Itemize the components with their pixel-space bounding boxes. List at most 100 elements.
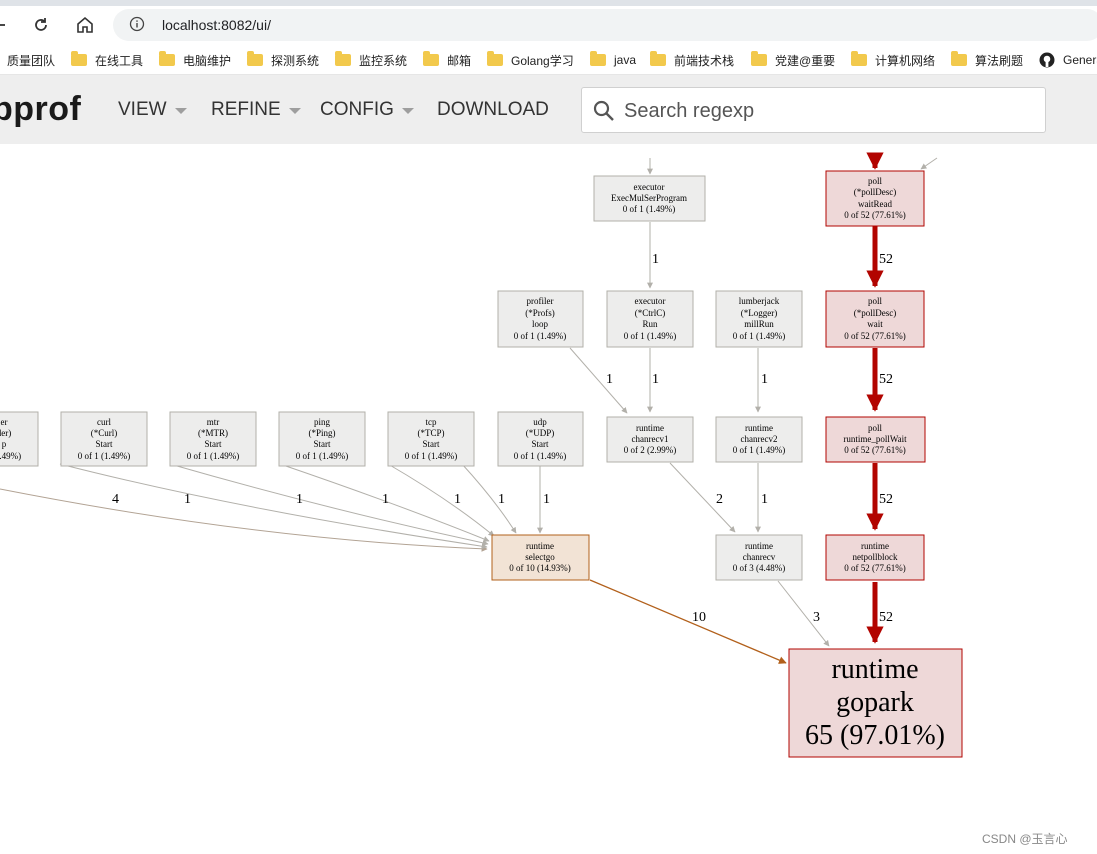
node-line: 0 of 10 (14.93%) <box>509 563 571 573</box>
node-line: 0 of 1 (1.49%) <box>733 331 786 341</box>
node-line: 65 (97.01%) <box>805 720 945 751</box>
node-line: 0 of 3 (4.48%) <box>733 563 786 573</box>
node-line: 0 of 52 (77.61%) <box>844 445 906 455</box>
edge[interactable]: 4 <box>0 488 488 552</box>
edge[interactable]: 1 <box>755 463 768 533</box>
node-line: 0 of 52 (77.61%) <box>844 210 906 220</box>
node-line: Start <box>205 439 222 449</box>
svg-text:er: er <box>1 417 8 427</box>
edge[interactable]: 52 <box>866 348 893 412</box>
edge[interactable]: 52 <box>866 582 893 644</box>
node-line: (*MTR) <box>198 428 228 438</box>
graph-node[interactable]: runtime gopark 65 (97.01%) <box>788 648 963 758</box>
node-line: p <box>2 439 7 449</box>
edge-label: 10 <box>692 610 706 625</box>
graph-node[interactable]: runtime netpollblock 0 of 52 (77.61%) <box>825 534 925 581</box>
node-line: profiler <box>527 296 554 306</box>
node-line: runtime <box>831 654 918 685</box>
node-line: er <box>1 417 8 427</box>
graph-node[interactable]: runtime chanrecv1 0 of 2 (2.99%) <box>606 416 694 463</box>
graph-node[interactable]: runtime chanrecv2 0 of 1 (1.49%) <box>715 416 803 463</box>
node-line: 0 of 1 (1.49%) <box>623 204 676 214</box>
node-line: der) <box>0 428 11 438</box>
node-line: (*pollDesc) <box>854 308 897 318</box>
svg-text:der): der) <box>0 428 11 438</box>
node-line: chanrecv2 <box>741 434 778 444</box>
graph-node[interactable]: executor (*CtrlC) Run 0 of 1 (1.49%) <box>606 290 694 348</box>
edge-label: 1 <box>606 372 613 387</box>
node-line: gopark <box>836 687 914 718</box>
node-line: ping <box>314 417 331 427</box>
graph-node[interactable]: profiler (*Profs) loop 0 of 1 (1.49%) <box>497 290 584 348</box>
edge-label: 1 <box>761 372 768 387</box>
graph-node[interactable]: runtime selectgo 0 of 10 (14.93%) <box>491 534 590 581</box>
node-line: 0 of 1 (1.49%) <box>624 331 677 341</box>
node-line: poll <box>868 296 883 306</box>
graph-node[interactable]: tcp (*TCP) Start 0 of 1 (1.49%) <box>387 411 475 467</box>
node-line: (*Ping) <box>309 428 336 438</box>
edge-label: 1 <box>498 492 505 507</box>
edge-label: 1 <box>652 372 659 387</box>
node-line: mtr <box>207 417 220 427</box>
node-line: lumberjack <box>739 296 780 306</box>
node-line: ExecMulSerProgram <box>611 193 687 203</box>
graph-node[interactable]: runtime chanrecv 0 of 3 (4.48%) <box>715 534 803 581</box>
edge[interactable]: 1 <box>647 222 659 289</box>
graph-node[interactable]: mtr (*MTR) Start 0 of 1 (1.49%) <box>169 411 257 467</box>
node-line: (*pollDesc) <box>854 187 897 197</box>
node-line: 0 of 1 (1.49%) <box>514 331 567 341</box>
node-line: chanrecv1 <box>632 434 669 444</box>
node-line: loop <box>532 319 549 329</box>
edge[interactable]: 1 <box>169 463 489 546</box>
node-line: (*Profs) <box>525 308 555 318</box>
edge-label: 4 <box>112 492 119 507</box>
edge[interactable]: 1 <box>569 347 628 414</box>
edge[interactable]: 1 <box>461 463 517 534</box>
node-line: Run <box>642 319 658 329</box>
node-line: Start <box>314 439 331 449</box>
graph-node[interactable]: udp (*UDP) Start 0 of 1 (1.49%) <box>497 411 584 467</box>
node-line: curl <box>97 417 111 427</box>
node-line: runtime <box>861 541 889 551</box>
edge-incoming-stub <box>920 157 938 170</box>
graph-node[interactable]: curl (*Curl) Start 0 of 1 (1.49%) <box>60 411 148 467</box>
graph-node[interactable]: poll runtime_pollWait 0 of 52 (77.61%) <box>825 416 926 463</box>
node-line: poll <box>868 176 883 186</box>
edge[interactable]: 3 <box>777 580 830 647</box>
edge-label: 1 <box>543 492 550 507</box>
edge-label: 52 <box>879 492 893 507</box>
node-line: selectgo <box>525 552 555 562</box>
edge-label: 1 <box>761 492 768 507</box>
edge[interactable]: 1 <box>537 464 550 534</box>
node-line: 0 of 1 (1.49%) <box>187 451 240 461</box>
graph-node[interactable]: ping (*Ping) Start 0 of 1 (1.49%) <box>278 411 366 467</box>
graph-node[interactable]: lumberjack (*Logger) millRun 0 of 1 (1.4… <box>715 290 803 348</box>
edge[interactable]: 52 <box>866 226 893 288</box>
node-line: executor <box>634 182 665 192</box>
node-line: runtime <box>745 541 773 551</box>
graph-node[interactable]: er der) p 1.49%) <box>0 411 39 467</box>
edge-label: 1 <box>184 492 191 507</box>
edge-label: 2 <box>716 492 723 507</box>
edge[interactable]: 1 <box>59 463 488 550</box>
node-line: runtime <box>526 541 554 551</box>
node-line: 0 of 1 (1.49%) <box>78 451 131 461</box>
edge-label: 3 <box>813 610 820 625</box>
node-line: poll <box>868 423 883 433</box>
graph-node[interactable]: poll (*pollDesc) wait 0 of 52 (77.61%) <box>825 290 925 348</box>
node-line: tcp <box>426 417 437 427</box>
edge[interactable]: 1 <box>755 348 768 413</box>
edge-label: 1 <box>296 492 303 507</box>
node-line: 0 of 1 (1.49%) <box>296 451 349 461</box>
node-line: netpollblock <box>853 552 898 562</box>
edge[interactable]: 52 <box>866 463 893 531</box>
edge[interactable]: 10 <box>589 579 787 664</box>
node-line: 0 of 1 (1.49%) <box>733 445 786 455</box>
graph-node[interactable]: executor ExecMulSerProgram 0 of 1 (1.49%… <box>593 175 706 222</box>
edge[interactable]: 1 <box>647 348 659 413</box>
call-graph[interactable]: 1 52 1 1 1 52 4 1 1 1 1 1 1 2 1 52 10 3 … <box>0 0 1097 854</box>
graph-node[interactable]: poll (*pollDesc) waitRead 0 of 52 (77.61… <box>825 170 925 227</box>
node-line: 1.49%) <box>0 451 21 461</box>
node-line: udp <box>533 417 547 427</box>
edge[interactable]: 2 <box>669 462 736 533</box>
